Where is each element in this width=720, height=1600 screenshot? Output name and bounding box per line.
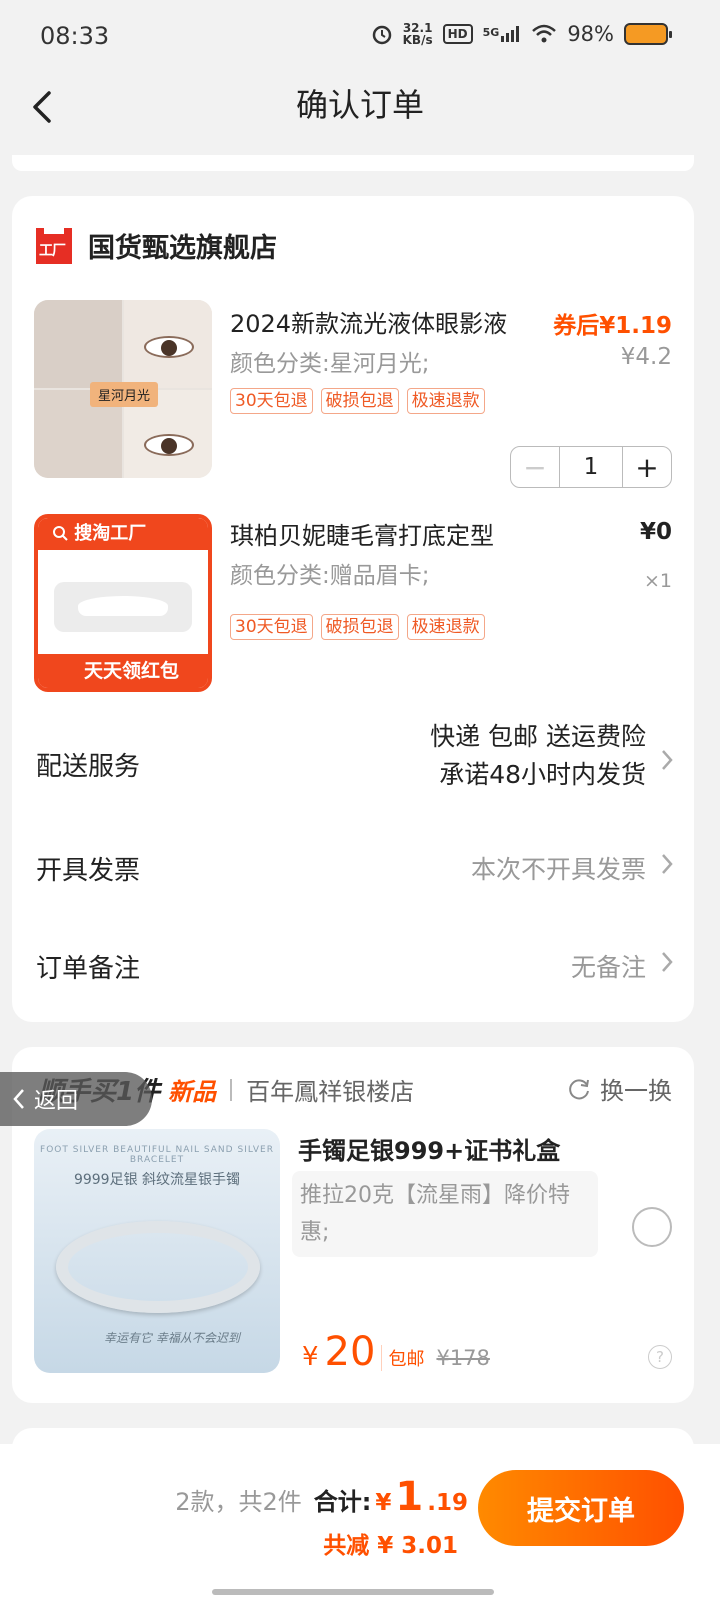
decrease-button[interactable]: − <box>511 447 559 487</box>
refresh-icon <box>569 1078 589 1099</box>
search-icon <box>53 526 68 541</box>
wifi-icon <box>532 24 557 43</box>
remark-label: 订单备注 <box>36 954 141 984</box>
recommendation-shop: 百年鳳祥银楼店 <box>246 1078 415 1106</box>
chevron-right-icon <box>662 952 673 972</box>
shop-logo-icon: 工厂 <box>36 227 72 264</box>
shop-header[interactable]: 工厂 国货甄选旗舰店 <box>36 226 277 265</box>
hd-icon: HD <box>442 24 473 44</box>
previous-card-edge <box>12 155 694 171</box>
status-time: 08:33 <box>40 22 110 50</box>
battery-percent: 98% <box>567 22 614 46</box>
alarm-icon <box>372 25 391 45</box>
image-bottom-banner: 天天领红包 <box>38 654 208 688</box>
delivery-value: 快递 包邮 送运费险 承诺48小时内发货 <box>430 722 646 789</box>
service-tag: 极速退款 <box>406 388 485 414</box>
quantity-value[interactable]: 1 <box>559 447 623 487</box>
product-image-mascara[interactable]: 搜淘工厂 天天领红包 <box>34 514 212 692</box>
service-tags: 30天包退 破损包退 极速退款 <box>230 388 485 414</box>
item-title[interactable]: 琪柏贝妮睫毛膏打底定型 <box>230 516 494 551</box>
original-price: ¥4.2 <box>620 344 672 370</box>
help-icon[interactable]: ? <box>648 1345 672 1369</box>
home-indicator[interactable] <box>212 1589 494 1595</box>
total-amount: 1 <box>395 1474 424 1520</box>
return-overlay-button[interactable]: 返回 <box>0 1072 152 1126</box>
nav-bar: 确认订单 <box>0 72 720 148</box>
service-tag: 30天包退 <box>230 614 313 640</box>
remark-value: 无备注 <box>570 953 646 982</box>
service-tags: 30天包退 破损包退 极速退款 <box>230 614 485 640</box>
chevron-left-icon <box>13 1089 24 1109</box>
item-variant: 颜色分类:赠品眉卡; <box>230 563 430 589</box>
product-image-bracelet[interactable]: FOOT SILVER BEAUTIFUL NAIL SAND SILVER B… <box>34 1129 280 1373</box>
invoice-label: 开具发票 <box>36 856 141 886</box>
brow-card-image <box>54 582 192 632</box>
divider <box>230 1078 233 1101</box>
increase-button[interactable]: + <box>623 447 671 487</box>
free-shipping-badge: 包邮 <box>381 1345 424 1371</box>
bracelet-image <box>56 1221 260 1313</box>
item-count: 2款，共2件 <box>175 1488 302 1516</box>
service-tag: 30天包退 <box>230 388 313 414</box>
select-radio[interactable] <box>632 1207 672 1247</box>
invoice-value: 本次不开具发票 <box>470 855 646 884</box>
coupon-price: 券后¥1.19 <box>553 313 672 339</box>
checkout-bar: 2款，共2件 合计: ¥ 1 .19 共减 ¥ 3.01 提交订单 <box>0 1444 720 1600</box>
delivery-label: 配送服务 <box>36 752 141 782</box>
battery-icon <box>624 23 672 45</box>
network-5g-icon: 5G <box>483 26 522 42</box>
recommendation-spec[interactable]: 推拉20克【流星雨】降价特惠; <box>292 1171 598 1257</box>
original-price: ¥178 <box>436 1346 490 1370</box>
chevron-right-icon <box>662 750 673 770</box>
item-title[interactable]: 2024新款流光液体眼影液 <box>230 304 507 339</box>
total-label: 合计: <box>313 1488 372 1516</box>
product-image-eyeshadow[interactable]: 星河月光 <box>34 300 212 478</box>
net-speed: 32.1 KB/s <box>402 21 433 47</box>
chevron-right-icon <box>662 854 673 874</box>
service-tag: 破损包退 <box>320 614 399 640</box>
shop-name: 国货甄选旗舰店 <box>88 233 277 264</box>
status-icons: 32.1 KB/s HD 5G 98% <box>371 21 672 47</box>
submit-order-button[interactable]: 提交订单 <box>478 1470 684 1546</box>
order-card: 工厂 国货甄选旗舰店 星河月光 2024新款流光液体眼影液 颜色分类:星河月光;… <box>12 196 694 1022</box>
order-summary: 2款，共2件 合计: ¥ 1 .19 <box>175 1474 468 1520</box>
discount-amount: 共减 ¥ 3.01 <box>323 1533 458 1559</box>
item-variant: 颜色分类:星河月光; <box>230 351 430 377</box>
image-top-banner: 搜淘工厂 <box>38 518 208 550</box>
recommendation-price: ¥ 20 包邮 ¥178 <box>302 1329 490 1375</box>
recommendation-title[interactable]: 手镯足银999+证书礼盒 <box>298 1131 560 1166</box>
swap-button[interactable]: 换一换 <box>566 1071 672 1106</box>
page-title: 确认订单 <box>295 86 424 124</box>
item-price: ¥0 <box>639 519 672 545</box>
status-bar: 08:33 32.1 KB/s HD 5G 98% <box>0 0 720 72</box>
item-quantity: ×1 <box>643 570 672 592</box>
quantity-stepper: − 1 + <box>510 446 672 488</box>
new-badge: 新品 <box>168 1078 217 1106</box>
image-label: 星河月光 <box>90 382 159 407</box>
service-tag: 极速退款 <box>406 614 485 640</box>
service-tag: 破损包退 <box>320 388 399 414</box>
